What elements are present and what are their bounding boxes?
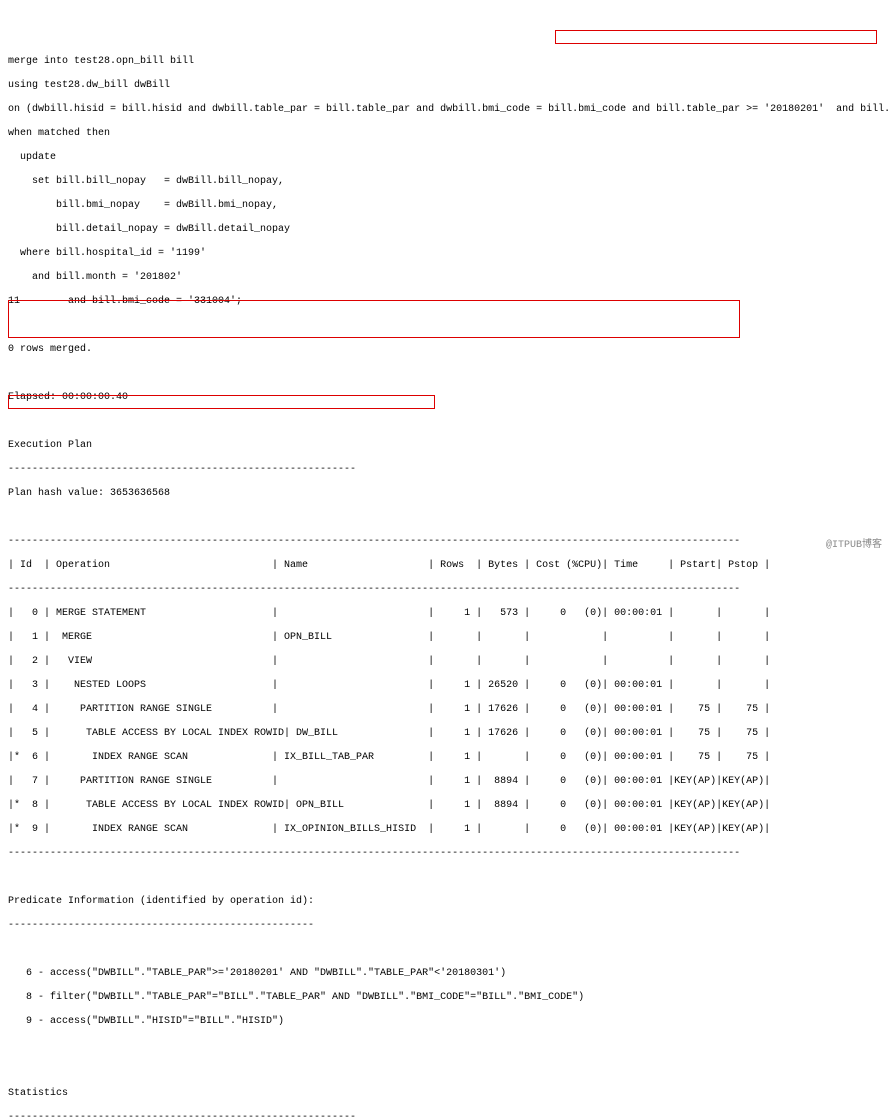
rows-merged: 0 rows merged.: [8, 344, 882, 356]
table-row: | 2 | VIEW | | | | | | | |: [8, 656, 882, 668]
blank-line: [8, 944, 882, 956]
table-row: |* 6 | INDEX RANGE SCAN | IX_BILL_TAB_PA…: [8, 752, 882, 764]
sql-line: merge into test28.opn_bill bill: [8, 56, 882, 68]
sql-line: bill.bmi_nopay = dwBill.bmi_nopay,: [8, 200, 882, 212]
statistics-header: Statistics: [8, 1088, 882, 1100]
sql-line: and bill.month = '201802': [8, 272, 882, 284]
table-border: ----------------------------------------…: [8, 584, 882, 596]
highlight-box-sql-condition: [555, 30, 877, 44]
elapsed-time: Elapsed: 00:00:00.40: [8, 392, 882, 404]
blank-line: [8, 1040, 882, 1052]
divider: ----------------------------------------…: [8, 920, 882, 932]
watermark: @ITPUB博客: [826, 540, 882, 552]
sql-line: on (dwbill.hisid = bill.hisid and dwbill…: [8, 104, 882, 116]
table-row: |* 9 | INDEX RANGE SCAN | IX_OPINION_BIL…: [8, 824, 882, 836]
divider: ----------------------------------------…: [8, 1112, 882, 1120]
sql-line: bill.detail_nopay = dwBill.detail_nopay: [8, 224, 882, 236]
sql-line: using test28.dw_bill dwBill: [8, 80, 882, 92]
predicate-line: 9 - access("DWBILL"."HISID"="BILL"."HISI…: [8, 1016, 882, 1028]
table-header: | Id | Operation | Name | Rows | Bytes |…: [8, 560, 882, 572]
blank-line: [8, 416, 882, 428]
blank-line: [8, 320, 882, 332]
table-row: | 5 | TABLE ACCESS BY LOCAL INDEX ROWID|…: [8, 728, 882, 740]
table-row: | 0 | MERGE STATEMENT | | 1 | 573 | 0 (0…: [8, 608, 882, 620]
table-border: ----------------------------------------…: [8, 536, 882, 548]
sql-text: on (dwbill.hisid = bill.hisid and dwbill…: [8, 104, 656, 115]
table-row: | 7 | PARTITION RANGE SINGLE | | 1 | 889…: [8, 776, 882, 788]
blank-line: [8, 872, 882, 884]
blank-line: [8, 368, 882, 380]
plan-hash: Plan hash value: 3653636568: [8, 488, 882, 500]
execution-plan-header: Execution Plan: [8, 440, 882, 452]
sql-line: set bill.bill_nopay = dwBill.bill_nopay,: [8, 176, 882, 188]
sql-line: 11 and bill.bmi_code = '331004';: [8, 296, 882, 308]
table-row: | 1 | MERGE | OPN_BILL | | | | | | |: [8, 632, 882, 644]
predicate-line: 8 - filter("DWBILL"."TABLE_PAR"="BILL"."…: [8, 992, 882, 1004]
sql-line: when matched then: [8, 128, 882, 140]
sql-line: update: [8, 152, 882, 164]
blank-line: [8, 1064, 882, 1076]
table-row: | 3 | NESTED LOOPS | | 1 | 26520 | 0 (0)…: [8, 680, 882, 692]
table-border: ----------------------------------------…: [8, 848, 882, 860]
divider: ----------------------------------------…: [8, 464, 882, 476]
predicate-header: Predicate Information (identified by ope…: [8, 896, 882, 908]
blank-line: [8, 512, 882, 524]
sql-line: where bill.hospital_id = '1199': [8, 248, 882, 260]
table-row: | 4 | PARTITION RANGE SINGLE | | 1 | 176…: [8, 704, 882, 716]
predicate-line: 6 - access("DWBILL"."TABLE_PAR">='201802…: [8, 968, 882, 980]
table-row: |* 8 | TABLE ACCESS BY LOCAL INDEX ROWID…: [8, 800, 882, 812]
sql-condition-highlight: bill.table_par >= '20180201' and bill.ta…: [656, 104, 890, 115]
